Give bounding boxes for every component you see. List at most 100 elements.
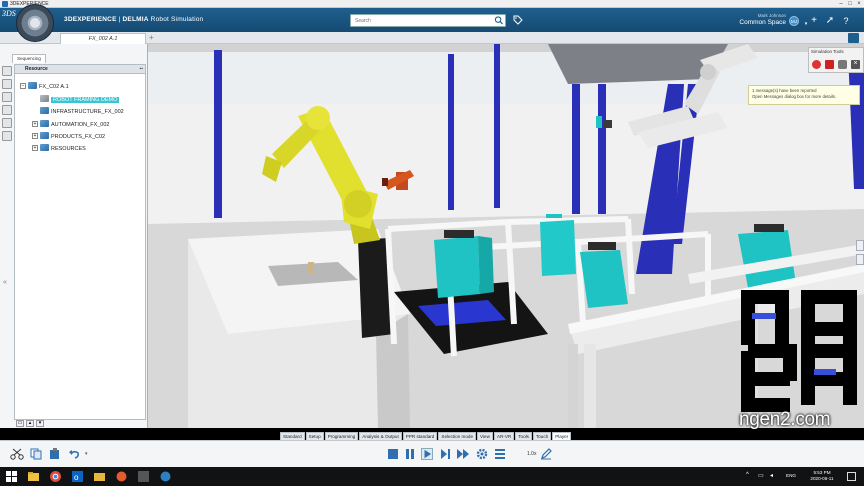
svg-text:o: o — [74, 473, 79, 482]
right-dock-tab-1[interactable] — [856, 240, 864, 251]
tab-sequencing[interactable]: Sequencing — [12, 54, 46, 63]
tab-fx-002[interactable]: FX_002 A.1 — [60, 33, 146, 44]
tree-node-products[interactable]: + PRODUCTS_FX_C02 — [32, 132, 105, 142]
tag-icon[interactable] — [513, 15, 523, 25]
list-icon[interactable] — [494, 448, 506, 460]
undo-menu-icon[interactable]: ▾ — [85, 451, 88, 457]
app-taskbar-icon[interactable] — [138, 471, 149, 482]
panel-tool-6-icon[interactable] — [2, 131, 12, 141]
browser-icon[interactable] — [116, 471, 127, 482]
compass-widget[interactable]: 3DS — [2, 3, 60, 43]
undo-icon[interactable] — [68, 448, 80, 460]
close-window-icon[interactable]: × — [854, 0, 864, 8]
tooltip-line-2: Open Messages dialog box for more detail… — [752, 94, 837, 99]
specification-tree: Resource ▪▪ − FX_C02 A.1 ROBOT FRAMING DE… — [14, 64, 146, 420]
right-dock-tab-2[interactable] — [856, 254, 864, 265]
tree-node-resources[interactable]: + RESOURCES — [32, 144, 86, 154]
fast-forward-icon[interactable] — [457, 448, 469, 460]
brand-title: 3DEXPERIENCE | DELMIA Robot Simulation — [64, 16, 203, 23]
play-icon[interactable] — [421, 448, 433, 460]
network-icon[interactable]: ▭ — [758, 472, 764, 479]
compass-icon[interactable] — [16, 4, 54, 42]
pause-icon[interactable] — [404, 448, 416, 460]
scroll-down-icon[interactable]: ▾ — [36, 420, 44, 427]
app-window: 3DEXPERIENCE – □ × 3DEXPERIENCE | DELMIA… — [0, 0, 864, 486]
expand-icon[interactable] — [848, 33, 859, 43]
speed-value[interactable]: 1.0x — [527, 451, 536, 457]
folder-taskbar-icon[interactable] — [94, 471, 105, 482]
tree-node-root[interactable]: − FX_C02 A.1 — [20, 82, 69, 92]
windows-start-icon[interactable] — [6, 471, 17, 482]
expand-icon[interactable]: + — [32, 133, 38, 139]
language-indicator[interactable]: ENG — [786, 473, 796, 478]
3dexperience-taskbar-icon[interactable] — [160, 471, 171, 482]
paste-icon[interactable] — [49, 448, 61, 460]
cut-icon[interactable] — [10, 448, 24, 460]
product-cube-icon — [28, 82, 37, 89]
clock[interactable]: 5:53 PM 2020-06-11 — [805, 470, 839, 482]
ngen-url: ngen2.com — [739, 409, 831, 430]
record-icon[interactable] — [812, 60, 821, 69]
brand-module: Robot Simulation — [150, 16, 204, 23]
tree-node-automation[interactable]: + AUTOMATION_FX_002 — [32, 120, 109, 130]
edit-icon[interactable] — [540, 448, 552, 460]
close-icon[interactable]: × — [851, 60, 860, 69]
pillar — [572, 84, 580, 214]
notifications-icon[interactable] — [847, 472, 856, 481]
expand-icon[interactable]: + — [32, 121, 38, 127]
panel-tool-4-icon[interactable] — [2, 105, 12, 115]
tree-header-close-icon[interactable]: ▪▪ — [139, 65, 143, 74]
step-forward-icon[interactable] — [440, 448, 452, 460]
3ds-logo: 3DS — [2, 9, 16, 18]
tab-strip: FX_002 A.1 + — [0, 32, 864, 44]
brand-app: DELMIA — [122, 16, 149, 23]
tree-panel: Sequencing « Resource ▪▪ − FX_C02 A.1 ROB… — [0, 44, 148, 428]
tree-node-label: AUTOMATION_FX_002 — [51, 122, 110, 128]
gear-icon[interactable] — [476, 448, 488, 460]
collaborative-space: Common Space — [739, 19, 786, 26]
expand-icon[interactable]: + — [32, 145, 38, 151]
panel-tool-1-icon[interactable] — [2, 66, 12, 76]
cyan-fixture — [540, 220, 576, 276]
tree-node-label: ROBOT FRAMING DEMO — [51, 97, 120, 103]
add-icon[interactable]: + — [809, 16, 819, 26]
clamp — [588, 242, 616, 250]
pillar — [598, 84, 606, 214]
product-cube-icon — [40, 107, 49, 114]
panel-tool-2-icon[interactable] — [2, 79, 12, 89]
tree-header: Resource ▪▪ — [15, 65, 145, 74]
camera-icon[interactable] — [838, 60, 847, 69]
share-icon[interactable]: ➚ — [825, 16, 835, 26]
collapse-icon[interactable]: − — [20, 83, 26, 89]
search-icon[interactable] — [494, 16, 504, 25]
search-input[interactable] — [350, 14, 506, 27]
tree-node-robot-framing[interactable]: ROBOT FRAMING DEMO — [40, 95, 120, 105]
help-icon[interactable]: ? — [841, 16, 851, 26]
avatar[interactable]: MJ — [789, 16, 799, 26]
panel-tool-3-icon[interactable] — [2, 92, 12, 102]
brand-platform: 3DEXPERIENCE — [64, 16, 117, 23]
outlook-icon[interactable]: o — [72, 471, 83, 482]
tree-node-label: FX_C02 A.1 — [39, 84, 69, 90]
clock-date: 2020-06-11 — [810, 476, 834, 481]
user-info[interactable]: Mark Johnson Common Space — [724, 13, 786, 26]
scroll-up-icon[interactable]: ▴ — [26, 420, 34, 427]
collapse-panel-icon[interactable]: « — [3, 279, 7, 286]
copy-icon[interactable] — [30, 448, 42, 460]
chrome-icon[interactable] — [50, 471, 61, 482]
tree-node-label: RESOURCES — [51, 146, 86, 152]
tray-up-icon[interactable]: ^ — [746, 472, 749, 478]
add-tab-button[interactable]: + — [149, 32, 154, 44]
panel-tool-5-icon[interactable] — [2, 118, 12, 128]
volume-icon[interactable]: ◂ — [770, 472, 773, 479]
tree-node-infrastructure[interactable]: INFRASTRUCTURE_FX_002 — [40, 107, 124, 117]
pillar — [448, 54, 454, 210]
file-explorer-icon[interactable] — [28, 471, 39, 482]
tree-options-icon[interactable]: ▭ — [16, 420, 24, 427]
stop-icon[interactable] — [825, 60, 834, 69]
stop-player-icon[interactable] — [387, 448, 399, 460]
tree-node-label: PRODUCTS_FX_C02 — [51, 134, 106, 140]
app-header: 3DEXPERIENCE | DELMIA Robot Simulation M… — [0, 8, 864, 32]
product-cube-icon — [40, 120, 49, 127]
panel-toolbar — [2, 66, 12, 144]
